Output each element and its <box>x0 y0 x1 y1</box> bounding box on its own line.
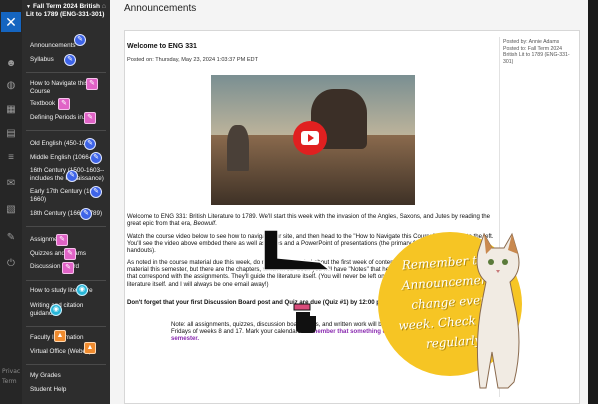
sidebar-item-writing-citation[interactable]: Writing and citation guidance <box>30 302 108 318</box>
sticker-icon: ✎ <box>90 152 102 164</box>
page-scrollbar[interactable] <box>588 0 598 404</box>
sticker-icon: ✎ <box>84 112 96 124</box>
sidebar-item-my-grades[interactable]: My Grades <box>30 372 108 380</box>
menu-divider <box>26 72 106 73</box>
sticker-icon: ◉ <box>76 284 88 296</box>
sticker-icon: ✎ <box>62 262 74 274</box>
announcement-paragraph: Welcome to ENG 331: British Literature t… <box>127 213 491 228</box>
sidebar-item-assignments[interactable]: Assignments <box>30 236 108 244</box>
tools-icon[interactable]: ▧ <box>5 204 17 216</box>
sidebar-item-student-help[interactable]: Student Help <box>30 386 108 394</box>
sidebar-item-virtual-office[interactable]: Virtual Office (Webex) <box>30 348 108 356</box>
close-icon[interactable]: ✕ <box>1 12 21 32</box>
sticker-icon: ✎ <box>84 138 96 150</box>
menu-divider <box>26 326 106 327</box>
sidebar-item-faculty-information[interactable]: Faculty Information <box>30 334 108 342</box>
menu-divider <box>26 364 106 365</box>
sticker-icon: ✎ <box>64 54 76 66</box>
calendar-icon[interactable]: ▤ <box>5 128 17 140</box>
user-icon[interactable]: ☻ <box>5 58 17 70</box>
course-video[interactable] <box>211 75 415 205</box>
sticker-icon: ▲ <box>54 330 66 342</box>
posted-on: Posted on: Thursday, May 23, 2024 1:03:3… <box>127 57 259 63</box>
edit-icon[interactable]: ✎ <box>5 232 17 244</box>
global-nav-rail: ✕ ☻ ◍ ▦ ▤ ≡ ✉ ▧ ✎ ⏻ Privac Term <box>0 0 22 404</box>
sticker-icon: ✎ <box>80 208 92 220</box>
sidebar-item-18th-century[interactable]: 18th Century (1660-1789) <box>30 210 108 218</box>
terms-link[interactable]: Term <box>2 378 17 385</box>
menu-divider <box>26 280 106 281</box>
youtube-play-icon[interactable] <box>293 121 327 155</box>
sticker-icon: ✎ <box>74 34 86 46</box>
institution-icon[interactable]: ▦ <box>5 104 17 116</box>
menu-divider <box>26 226 106 227</box>
sidebar-item-old-english[interactable]: Old English (450-1066) <box>30 140 108 148</box>
privacy-link[interactable]: Privac <box>2 368 20 375</box>
video-figure <box>227 125 249 171</box>
sidebar-item-announcements[interactable]: Announcements <box>30 42 108 50</box>
cat-sticker <box>476 232 520 389</box>
sidebar-item-defining-periods[interactable]: Defining Periods in... <box>30 114 108 122</box>
sticker-icon: ✎ <box>66 170 78 182</box>
sticker-icon: ✎ <box>86 78 98 90</box>
page-title: Announcements <box>124 3 197 14</box>
sidebar-item-how-to-study[interactable]: How to study literature <box>30 287 108 295</box>
menu-divider <box>26 130 106 131</box>
grades-icon[interactable]: ≡ <box>5 152 17 164</box>
content-area: Announcements Posted by: Annie Adams Pos… <box>110 0 588 404</box>
posted-to: Posted to: Fall Term 2024 British Lit to… <box>503 45 570 65</box>
home-icon[interactable]: ⌂ <box>102 3 106 10</box>
globe-icon[interactable]: ◍ <box>5 80 17 92</box>
sticker-icon: ✎ <box>58 98 70 110</box>
sticker-icon: ▲ <box>84 342 96 354</box>
boot-sticker <box>263 229 333 271</box>
sticker-icon: ✎ <box>56 234 68 246</box>
pointing-hand-icon <box>293 303 316 333</box>
announcement-meta: Posted by: Annie Adams Posted to: Fall T… <box>503 39 577 65</box>
sticker-icon: ✎ <box>64 248 76 260</box>
announcement-title: Welcome to ENG 331 <box>127 43 197 50</box>
course-title[interactable]: ▼ Fall Term 2024 British Lit to 1789 (ENG… <box>26 3 106 19</box>
messages-icon[interactable]: ✉ <box>5 178 17 190</box>
sticker-icon: ✎ <box>90 186 102 198</box>
sticker-icon: ◉ <box>50 304 62 316</box>
signout-icon[interactable]: ⏻ <box>5 258 17 270</box>
